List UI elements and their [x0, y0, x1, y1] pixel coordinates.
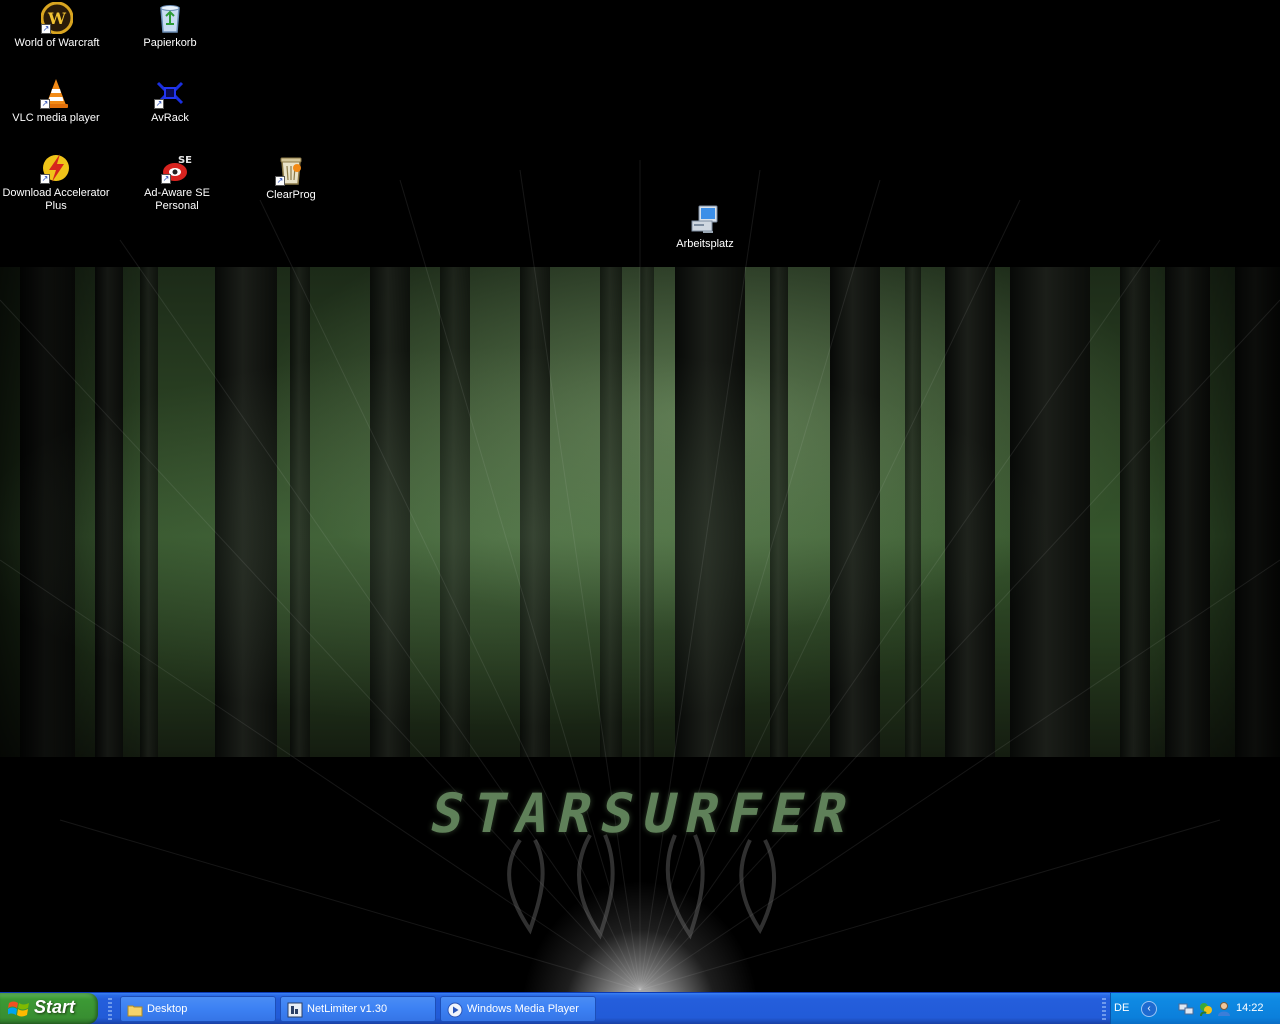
start-button[interactable]: Start [0, 993, 98, 1024]
taskbar-button-label: NetLimiter v1.30 [307, 1003, 388, 1015]
desktop-icon-world-of-warcraft[interactable]: W ↗ World of Warcraft [2, 2, 112, 50]
start-label: Start [34, 997, 76, 1017]
messenger-icon[interactable] [1198, 1001, 1214, 1017]
taskbar-button-netlimiter[interactable]: NetLimiter v1.30 [280, 996, 436, 1022]
windows-logo-icon [8, 1001, 29, 1017]
my-computer-icon [691, 205, 718, 233]
clock[interactable]: 14:22 [1236, 1002, 1264, 1014]
shortcut-arrow-icon: ↗ [41, 24, 51, 34]
desktop[interactable]: STARSURFER W ↗ World of Warcraft Papierk… [0, 0, 1280, 992]
desktop-icon-download-accelerator-plus[interactable]: ↗ Download Accelerator Plus [1, 152, 111, 213]
language-indicator[interactable]: DE [1114, 1002, 1129, 1014]
shortcut-arrow-icon: ↗ [40, 174, 50, 184]
desktop-icon-label: AvRack [151, 112, 189, 124]
desktop-icon-avrack[interactable]: ↗ AvRack [115, 77, 225, 125]
desktop-icon-label: ClearProg [266, 189, 316, 201]
shortcut-arrow-icon: ↗ [275, 176, 285, 186]
taskbar-button-windows-media-player[interactable]: Windows Media Player [440, 996, 596, 1022]
desktop-icon-label: Papierkorb [143, 37, 197, 49]
taskbar-grip[interactable] [108, 998, 112, 1020]
desktop-icon-vlc[interactable]: ↗ VLC media player [1, 77, 111, 125]
media-player-icon [447, 1002, 463, 1018]
desktop-icon-arbeitsplatz[interactable]: Arbeitsplatz [650, 203, 760, 251]
desktop-icon-papierkorb[interactable]: Papierkorb [115, 2, 225, 50]
taskbar-button-desktop[interactable]: Desktop [120, 996, 276, 1022]
desktop-icon-clearprog[interactable]: ↗ ClearProg [236, 154, 346, 202]
wallpaper-title: STARSURFER [424, 782, 864, 845]
netlimiter-icon [287, 1002, 303, 1018]
taskbar-button-label: Desktop [147, 1003, 188, 1015]
wallpaper-forest-image [0, 267, 1280, 757]
recycle-bin-icon [160, 5, 180, 33]
shortcut-arrow-icon: ↗ [154, 99, 164, 109]
user-icon[interactable] [1216, 1001, 1232, 1017]
svg-text:SE: SE [178, 155, 192, 166]
tray-grip[interactable] [1102, 998, 1106, 1020]
taskbar: Start Desktop NetLimiter v1.30 Windows M… [0, 992, 1280, 1024]
desktop-icon-label: Arbeitsplatz [676, 238, 734, 250]
desktop-icon-label: World of Warcraft [14, 37, 100, 49]
desktop-icon-label: VLC media player [12, 112, 100, 124]
shortcut-arrow-icon: ↗ [161, 174, 171, 184]
folder-icon [127, 1005, 143, 1017]
network-icon[interactable] [1178, 1001, 1194, 1017]
desktop-icon-label: Download Accelerator Plus [2, 187, 110, 212]
desktop-icon-ad-aware[interactable]: SE ↗ Ad-Aware SE Personal [122, 152, 232, 213]
desktop-icon-label: Ad-Aware SE Personal [144, 187, 210, 212]
tray-expand-chevron-icon[interactable]: ‹ [1141, 1001, 1157, 1017]
shortcut-arrow-icon: ↗ [40, 99, 50, 109]
tribal-ornament-decoration [507, 834, 777, 940]
taskbar-button-label: Windows Media Player [467, 1003, 579, 1015]
